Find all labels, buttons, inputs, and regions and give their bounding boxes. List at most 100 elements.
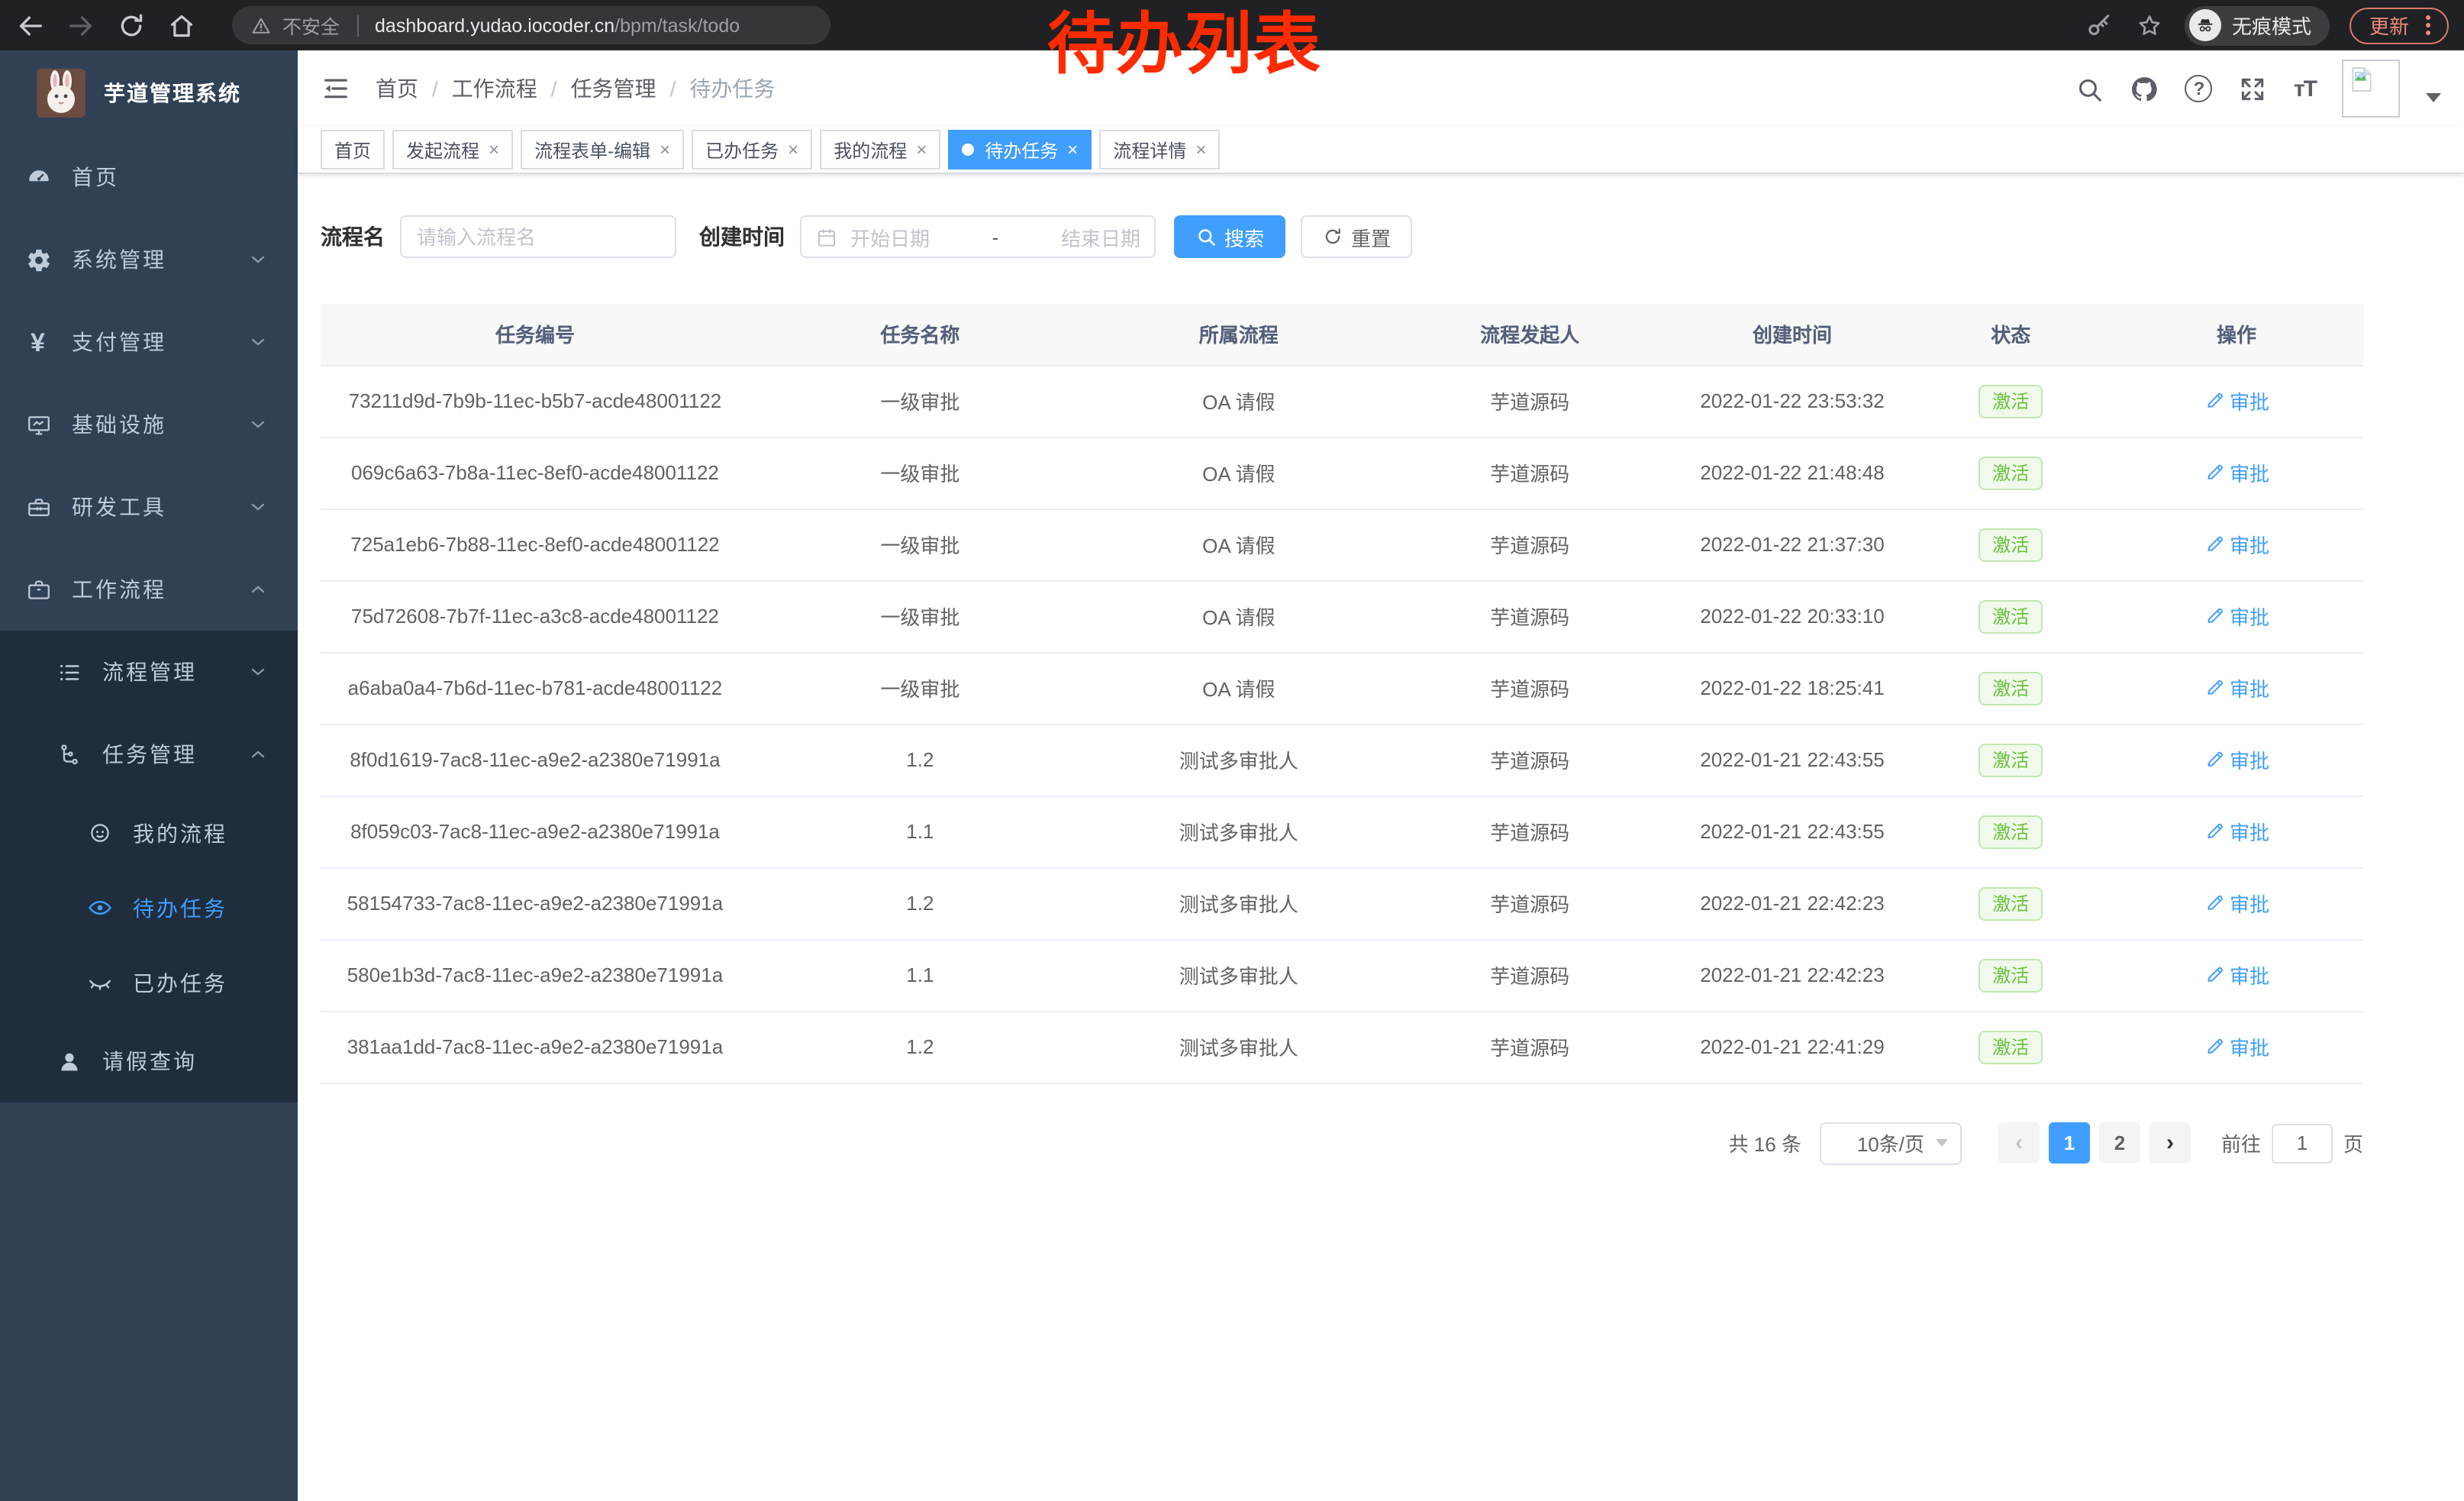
tab-todo-tasks[interactable]: 待办任务× <box>948 130 1092 169</box>
approve-link[interactable]: 审批 <box>2204 960 2269 989</box>
date-range-picker[interactable]: 开始日期 - 结束日期 <box>800 215 1156 258</box>
status-cell: 激活 <box>1912 724 2111 796</box>
sidebar-item-payment[interactable]: ¥ 支付管理 <box>0 301 298 383</box>
pagination: 共 16 条 10条/页 ‹ 1 2 › 前往 页 <box>321 1122 2363 1164</box>
tab-process-form-edit[interactable]: 流程表单-编辑× <box>521 130 684 169</box>
password-key-icon[interactable] <box>2084 10 2114 40</box>
approve-label: 审批 <box>2230 745 2269 774</box>
tab-process-detail[interactable]: 流程详情 × <box>1099 130 1220 169</box>
close-icon[interactable]: × <box>916 139 927 160</box>
hamburger-icon[interactable] <box>321 73 351 104</box>
actions-cell: 审批 <box>2110 724 2363 796</box>
status-cell: 激活 <box>1912 365 2111 437</box>
browser-menu-icon[interactable] <box>2426 23 2430 27</box>
url-separator <box>356 15 358 36</box>
sidebar-item-done-tasks[interactable]: 已办任务 <box>0 945 298 1020</box>
table-row: a6aba0a4-7b6d-11ec-b781-acde48001122 一级审… <box>321 652 2363 724</box>
start-date-placeholder: 开始日期 <box>850 222 960 251</box>
next-page-button[interactable]: › <box>2150 1122 2191 1164</box>
app-shell: 芋道管理系统 首页 系统管理 ¥ <box>0 50 2464 1501</box>
back-icon[interactable] <box>15 10 46 40</box>
close-icon[interactable]: × <box>788 139 798 160</box>
sidebar-item-my-processes[interactable]: 我的流程 <box>0 796 298 870</box>
approve-link[interactable]: 审批 <box>2204 673 2269 702</box>
avatar-caret-icon[interactable] <box>2426 93 2441 102</box>
search-button[interactable]: 搜索 <box>1174 215 1285 258</box>
actions-cell: 审批 <box>2110 1011 2363 1083</box>
sidebar-item-task-management[interactable]: 任务管理 <box>0 713 298 796</box>
approve-link[interactable]: 审批 <box>2204 530 2269 559</box>
process-name-input[interactable] <box>400 215 676 258</box>
status-cell: 激活 <box>1912 1011 2111 1083</box>
chevron-up-icon <box>249 745 267 763</box>
status-badge: 激活 <box>1979 456 2043 489</box>
tab-done-tasks[interactable]: 已办任务× <box>692 130 812 169</box>
approve-link[interactable]: 审批 <box>2204 602 2269 631</box>
sidebar-item-todo-tasks[interactable]: 待办任务 <box>0 870 298 945</box>
tab-start-process[interactable]: 发起流程× <box>392 130 513 169</box>
col-process: 所属流程 <box>1091 304 1387 365</box>
process-cell: 测试多审批人 <box>1091 867 1387 939</box>
sidebar-item-leave-query[interactable]: 请假查询 <box>0 1020 298 1102</box>
page-size-select[interactable]: 10条/页 <box>1820 1122 1962 1164</box>
tab-label: 流程详情 <box>1113 137 1186 163</box>
sidebar-item-label: 基础设施 <box>72 409 166 440</box>
sidebar-item-system[interactable]: 系统管理 <box>0 218 298 301</box>
sidebar-item-dev-tools[interactable]: 研发工具 <box>0 466 298 548</box>
search-icon[interactable] <box>2075 74 2104 103</box>
page-button-2[interactable]: 2 <box>2099 1122 2140 1164</box>
task-id-cell: 73211d9d-7b9b-11ec-b5b7-acde48001122 <box>321 365 750 437</box>
task-id-cell: 725a1eb6-7b88-11ec-8ef0-acde48001122 <box>321 508 750 580</box>
font-size-icon[interactable]: тT <box>2294 76 2316 102</box>
task-id-cell: a6aba0a4-7b6d-11ec-b781-acde48001122 <box>321 652 750 724</box>
chrome-update-button[interactable]: 更新 <box>2350 7 2449 44</box>
status-badge: 激活 <box>1979 743 2043 776</box>
approve-link[interactable]: 审批 <box>2204 889 2269 918</box>
approve-link[interactable]: 审批 <box>2204 1032 2269 1061</box>
starter-cell: 芋道源码 <box>1387 1011 1673 1083</box>
approve-link[interactable]: 审批 <box>2204 458 2269 487</box>
starter-cell: 芋道源码 <box>1387 724 1673 796</box>
logo-avatar <box>37 69 85 118</box>
breadcrumb-home[interactable]: 首页 <box>376 73 418 104</box>
approve-link[interactable]: 审批 <box>2204 745 2269 774</box>
incognito-badge: 无痕模式 <box>2185 5 2330 45</box>
user-icon <box>56 1048 82 1074</box>
address-bar[interactable]: 不安全 dashboard.yudao.iocoder.cn/bpm/task/… <box>232 6 830 44</box>
reload-icon[interactable] <box>116 10 147 40</box>
bookmark-star-icon[interactable] <box>2134 10 2165 40</box>
forward-icon[interactable] <box>66 10 96 40</box>
tab-home[interactable]: 首页 <box>321 130 385 169</box>
sidebar-item-infrastructure[interactable]: 基础设施 <box>0 383 298 466</box>
reset-button[interactable]: 重置 <box>1301 215 1412 258</box>
prev-page-button[interactable]: ‹ <box>1998 1122 2040 1164</box>
close-icon[interactable]: × <box>1067 139 1078 160</box>
close-icon[interactable]: × <box>1195 139 1206 160</box>
avatar[interactable] <box>2342 60 2400 118</box>
actions-cell: 审批 <box>2110 365 2363 437</box>
chevron-down-icon <box>249 415 267 434</box>
sidebar-item-process-management[interactable]: 流程管理 <box>0 631 298 713</box>
approve-link[interactable]: 审批 <box>2204 386 2269 415</box>
home-icon[interactable] <box>166 10 197 40</box>
page-number: 2 <box>2114 1131 2125 1154</box>
app-logo[interactable]: 芋道管理系统 <box>0 50 298 136</box>
select-caret-icon <box>1936 1139 1948 1147</box>
page-button-1[interactable]: 1 <box>2049 1122 2090 1164</box>
tab-my-processes[interactable]: 我的流程× <box>820 130 940 169</box>
breadcrumb-workflow[interactable]: 工作流程 <box>452 73 537 104</box>
starter-cell: 芋道源码 <box>1387 867 1673 939</box>
sidebar-item-home[interactable]: 首页 <box>0 136 298 218</box>
goto-unit-label: 页 <box>2343 1128 2363 1157</box>
help-icon[interactable]: ? <box>2185 75 2213 102</box>
status-cell: 激活 <box>1912 939 2111 1011</box>
approve-link[interactable]: 审批 <box>2204 817 2269 846</box>
github-icon[interactable] <box>2130 74 2159 103</box>
fullscreen-icon[interactable] <box>2239 74 2268 103</box>
close-icon[interactable]: × <box>489 139 499 160</box>
goto-page-input[interactable] <box>2272 1123 2333 1163</box>
process-cell: OA 请假 <box>1091 365 1387 437</box>
breadcrumb-task-management[interactable]: 任务管理 <box>571 73 656 104</box>
sidebar-item-workflow[interactable]: 工作流程 <box>0 548 298 631</box>
close-icon[interactable]: × <box>660 139 670 160</box>
